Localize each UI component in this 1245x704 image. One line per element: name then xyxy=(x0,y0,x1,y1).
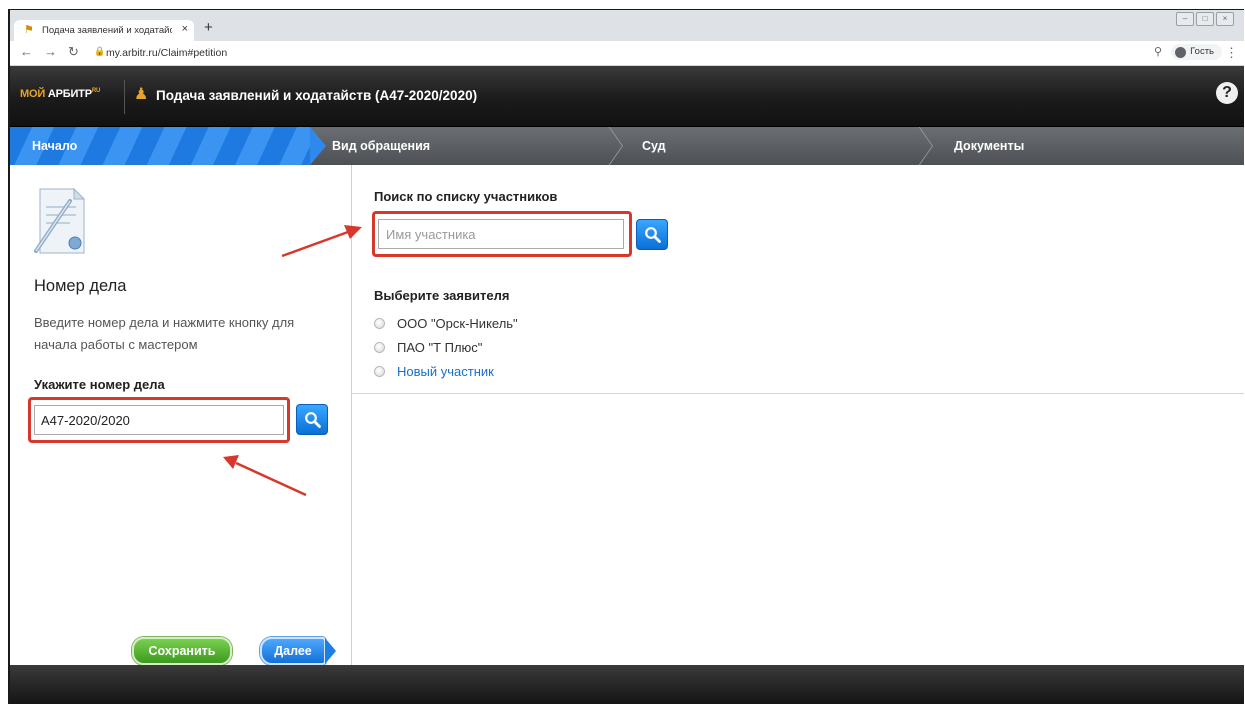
browser-window: ⚑ Подача заявлений и ходатайст × + – □ ×… xyxy=(8,9,1244,704)
arrow-to-case-input xyxy=(223,455,307,497)
arrow-to-participant-search xyxy=(281,225,362,258)
annotation-arrows xyxy=(223,225,362,497)
